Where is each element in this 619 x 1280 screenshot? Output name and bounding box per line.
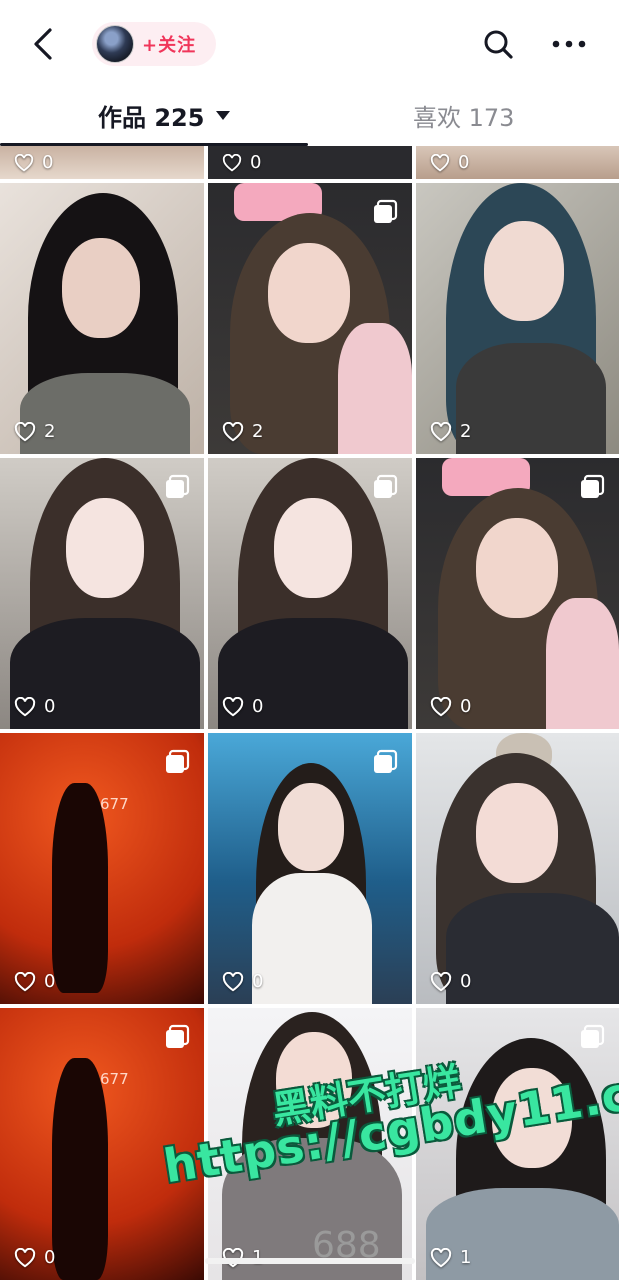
like-count: 0: [430, 971, 471, 992]
like-count-value: 0: [44, 971, 56, 992]
like-count-value: 0: [460, 971, 472, 992]
profile-tabs: 作品 225 喜欢 173: [0, 88, 619, 146]
avatar[interactable]: [96, 25, 134, 63]
tab-works[interactable]: 作品 225: [98, 98, 231, 133]
post-thumbnail[interactable]: 677 0: [0, 1008, 204, 1280]
like-count-value: 0: [252, 971, 264, 992]
like-count: 0: [14, 152, 53, 173]
caret-down-icon: [216, 111, 231, 120]
like-count-value: 0: [458, 152, 470, 173]
multi-photo-icon: [372, 199, 398, 225]
like-count-value: 2: [44, 421, 56, 442]
tab-likes[interactable]: 喜欢 173: [413, 98, 514, 133]
top-bar: +关注: [0, 0, 619, 88]
multi-photo-icon: [164, 749, 190, 775]
like-count-value: 0: [42, 152, 54, 173]
like-count: 0: [430, 152, 469, 173]
like-count: 0: [430, 696, 471, 717]
user-follow-pill[interactable]: +关注: [92, 22, 216, 66]
post-thumbnail[interactable]: 2: [0, 183, 204, 454]
post-thumbnail[interactable]: 0: [416, 458, 619, 729]
like-count-value: 0: [250, 152, 262, 173]
multi-photo-icon: [579, 1024, 605, 1050]
back-icon[interactable]: [26, 24, 66, 64]
post-thumbnail[interactable]: 0: [0, 458, 204, 729]
like-count: 2: [430, 421, 471, 442]
more-icon[interactable]: [550, 30, 588, 58]
tab-works-label: 作品 225: [98, 104, 205, 132]
post-thumbnail[interactable]: 1: [416, 1008, 619, 1280]
like-count: 0: [14, 696, 55, 717]
like-count-value: 1: [460, 1247, 472, 1268]
multi-photo-icon: [164, 474, 190, 500]
like-count: 0: [14, 971, 55, 992]
post-thumbnail-partial[interactable]: 0: [208, 146, 412, 179]
like-count: 2: [222, 421, 263, 442]
like-count-value: 0: [252, 696, 264, 717]
like-count: 2: [14, 421, 55, 442]
follow-button[interactable]: +关注: [142, 31, 196, 57]
post-thumbnail[interactable]: 0: [208, 458, 412, 729]
like-count: 1: [430, 1247, 471, 1268]
like-count: 0: [222, 696, 263, 717]
post-thumbnail-partial[interactable]: 0: [416, 146, 619, 179]
like-count-value: 2: [252, 421, 264, 442]
post-thumbnail[interactable]: 2: [208, 183, 412, 454]
like-count: 0: [14, 1247, 55, 1268]
like-count-value: 0: [44, 696, 56, 717]
home-indicator[interactable]: [205, 1258, 415, 1264]
post-caption: 677: [100, 1070, 129, 1088]
multi-photo-icon: [372, 474, 398, 500]
like-count-value: 0: [44, 1247, 56, 1268]
multi-photo-icon: [164, 1024, 190, 1050]
works-grid: 0 0 0 2 2 2 0 0 0 677 0 0 0 677 0 1: [0, 146, 619, 1280]
post-thumbnail[interactable]: 0: [416, 733, 619, 1004]
search-icon[interactable]: [480, 26, 516, 62]
like-count: 0: [222, 152, 261, 173]
post-thumbnail[interactable]: 2: [416, 183, 619, 454]
post-caption: 677: [100, 795, 129, 813]
multi-photo-icon: [579, 474, 605, 500]
post-thumbnail[interactable]: 1: [208, 1008, 412, 1280]
multi-photo-icon: [372, 749, 398, 775]
like-count: 0: [222, 971, 263, 992]
like-count-value: 0: [460, 696, 472, 717]
post-thumbnail[interactable]: 677 0: [0, 733, 204, 1004]
post-thumbnail-partial[interactable]: 0: [0, 146, 204, 179]
like-count-value: 2: [460, 421, 472, 442]
post-thumbnail[interactable]: 0: [208, 733, 412, 1004]
